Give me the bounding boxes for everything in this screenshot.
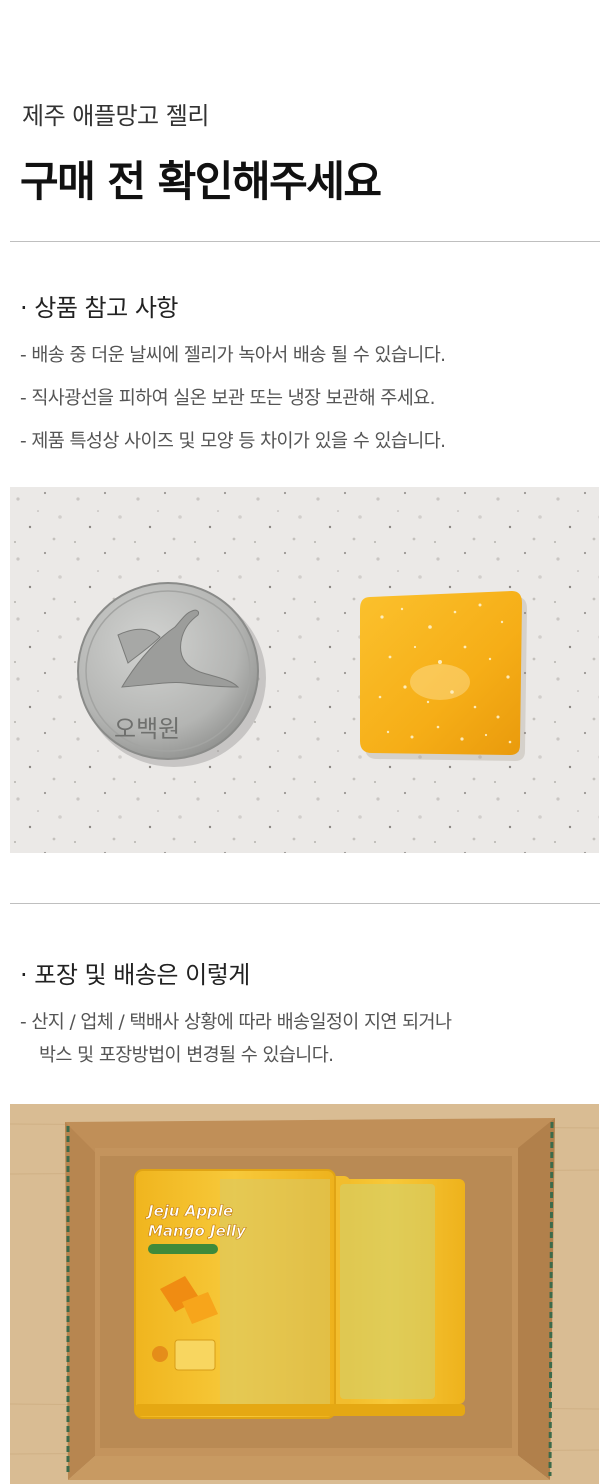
reference-note-3: - 제품 특성상 사이즈 및 모양 등 차이가 있을 수 있습니다. [20,431,446,452]
reference-note-2: - 직사광선을 피하여 실온 보관 또는 냉장 보관해 주세요. [20,388,435,409]
pack-brand-line1: Jeju Apple [145,1202,233,1220]
packaging-divider [10,903,600,904]
reference-heading: · 상품 참고 사항 [20,294,179,322]
packaging-photo: Jeju Apple Mango Jelly [10,1104,599,1484]
size-comparison-illustration: 오백원 [10,487,599,853]
product-subtitle: 제주 애플망고 젤리 [22,102,209,130]
packaging-illustration: Jeju Apple Mango Jelly [10,1104,599,1484]
packaging-heading: · 포장 및 배송은 이렇게 [20,961,250,989]
packaging-note-1: - 산지 / 업체 / 택배사 상황에 따라 배송일정이 지연 되거나 [20,1012,452,1033]
coin-text: 오백원 [114,715,180,743]
page-title: 구매 전 확인해주세요 [20,157,382,206]
jelly-image [360,591,527,761]
header-divider [10,241,600,242]
reference-note-1: - 배송 중 더운 날씨에 젤리가 녹아서 배송 될 수 있습니다. [20,345,446,366]
packaging-note-2: 박스 및 포장방법이 변경될 수 있습니다. [39,1045,334,1066]
pack-brand-line2: Mango Jelly [148,1222,247,1240]
size-comparison-photo: 오백원 [10,487,599,853]
